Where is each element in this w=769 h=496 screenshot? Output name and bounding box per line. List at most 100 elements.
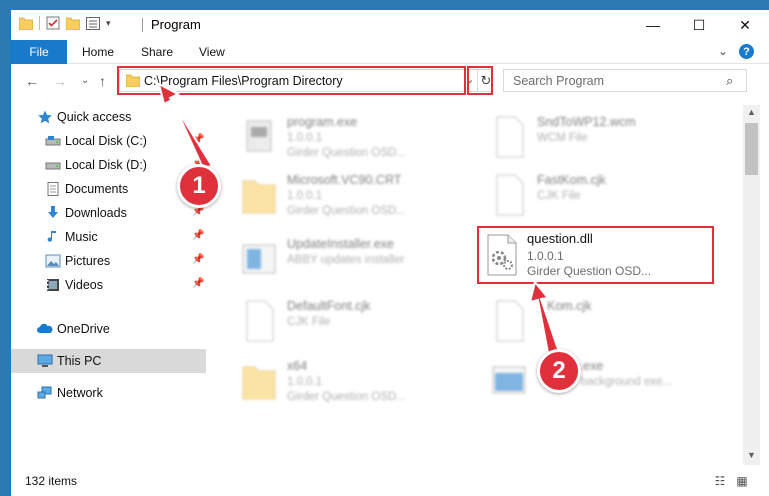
sidebar-item-network[interactable]: Network (11, 381, 206, 405)
folder-icon (242, 180, 276, 214)
list-item[interactable]: Kom.cjk (491, 295, 731, 347)
sidebar-item-music[interactable]: Music 📌 (11, 225, 206, 249)
file-version: 1.0.0.1 (287, 376, 323, 388)
refresh-highlight-box (467, 66, 493, 95)
file-name: question.dll (527, 231, 593, 246)
dll-gear-icon (487, 234, 517, 276)
sidebar-item-label: This PC (57, 354, 102, 368)
scroll-thumb[interactable] (745, 123, 758, 175)
view-options-icon[interactable] (86, 16, 100, 30)
list-item[interactable]: FastKom.cjk CJK File (491, 169, 731, 221)
sidebar-item-label: Music (65, 230, 98, 244)
sidebar-item-label: Local Disk (C:) (65, 134, 147, 148)
properties-icon[interactable] (46, 16, 60, 30)
pin-icon: 📌 (192, 134, 205, 145)
up-button[interactable]: ↑ (99, 73, 106, 89)
sidebar-item-label: Pictures (65, 254, 111, 268)
status-bar: 132 items ☷ ▦ (11, 470, 769, 496)
exe-icon (246, 120, 272, 152)
sidebar-item-local-disk-c[interactable]: Local Disk (C:) 📌 (11, 129, 206, 153)
sidebar-item-label: Network (57, 386, 103, 400)
file-version: ABBY updates installer (287, 254, 405, 266)
list-item-question-dll[interactable]: question.dll 1.0.0.1 Girder Question OSD… (477, 226, 714, 284)
minimize-button[interactable]: — (630, 10, 676, 40)
sidebar-item-onedrive[interactable]: OneDrive (11, 317, 206, 341)
step-1-badge: 1 (177, 164, 221, 208)
file-list: program.exe 1.0.0.1 Girder Question OSD.… (207, 105, 743, 470)
sidebar-item-videos[interactable]: Videos 📌 (11, 273, 206, 297)
file-name: SndToWP12.wcm (537, 115, 636, 129)
address-highlight-box (117, 66, 466, 95)
sidebar-item-label: Local Disk (D:) (65, 158, 147, 172)
tab-share[interactable]: Share (141, 45, 173, 59)
sidebar-item-local-disk-d[interactable]: Local Disk (D:) 📌 (11, 153, 206, 177)
maximize-button[interactable]: ☐ (676, 10, 722, 40)
sidebar-item-label: Documents (65, 182, 129, 196)
list-item[interactable]: DefaultFont.cjk CJK File (241, 295, 481, 347)
new-folder-icon[interactable] (66, 17, 80, 30)
forward-button[interactable]: → (53, 73, 67, 89)
list-item[interactable]: SndToWP12.wcm WCM File (491, 111, 731, 163)
large-icons-view-icon[interactable]: ▦ (733, 473, 751, 489)
file-description: Girder Question OSD... (287, 205, 406, 217)
file-name: UpdateInstaller.exe (287, 237, 395, 251)
file-version: 1.0.0.1 (287, 190, 323, 202)
sidebar-item-quick-access[interactable]: Quick access (11, 105, 206, 129)
file-description: Girder Question OSD... (287, 147, 406, 159)
blank-file-icon (246, 300, 274, 342)
network-icon (37, 386, 52, 399)
file-version: CJK File (537, 190, 581, 202)
toolbar-separator (39, 16, 40, 30)
close-button[interactable]: ✕ (722, 10, 768, 40)
file-version: 1.0.0.1 (527, 249, 564, 263)
list-item[interactable]: UpdateInstaller.exe ABBY updates install… (241, 233, 481, 285)
folder-small-icon[interactable] (19, 17, 33, 30)
recent-locations-button[interactable]: ⌄ (81, 75, 89, 86)
blank-file-icon (496, 116, 524, 158)
back-button[interactable]: ← (25, 73, 39, 89)
customize-toolbar-chevron-icon[interactable]: ▾ (106, 18, 111, 29)
list-item[interactable]: x64 1.0.0.1 Girder Question OSD... (241, 355, 481, 407)
documents-icon (47, 182, 59, 196)
sidebar-item-pictures[interactable]: Pictures 📌 (11, 249, 206, 273)
sidebar-item-downloads[interactable]: Downloads 📌 (11, 201, 206, 225)
pin-icon: 📌 (192, 278, 205, 289)
file-version: CJK File (287, 316, 331, 328)
scroll-up-icon[interactable]: ▲ (747, 107, 756, 117)
file-name: program.exe (287, 115, 358, 129)
star-icon (38, 110, 52, 124)
blank-file-icon (496, 174, 524, 216)
item-count: 132 items (25, 474, 78, 488)
app-window-icon (492, 366, 526, 394)
ribbon: File Home Share View ⌄ ? (11, 40, 769, 64)
navigation-pane: Quick access Local Disk (C:) 📌 Local Dis… (11, 105, 206, 470)
vertical-scrollbar[interactable]: ▲ ▼ (743, 105, 760, 465)
file-name: Kom.cjk (547, 299, 592, 313)
sidebar-item-label: Downloads (65, 206, 127, 220)
scroll-down-icon[interactable]: ▼ (747, 450, 756, 460)
quick-access-toolbar: ▾ (19, 16, 111, 30)
tab-view[interactable]: View (199, 45, 225, 59)
list-item[interactable]: Bgrec.exe ABBY background exe... (491, 355, 731, 407)
list-item[interactable]: Microsoft.VC90.CRT 1.0.0.1 Girder Questi… (241, 169, 481, 221)
search-box[interactable]: Search Program ⌕ (503, 69, 747, 92)
search-input[interactable]: Search Program (513, 74, 604, 88)
file-name: FastKom.cjk (537, 173, 606, 187)
details-view-icon[interactable]: ☷ (711, 473, 729, 489)
file-version: WCM File (537, 132, 588, 144)
file-name: DefaultFont.cjk (287, 299, 371, 313)
tab-home[interactable]: Home (82, 45, 114, 59)
window-title: Program (151, 17, 201, 32)
sidebar-item-label: OneDrive (57, 322, 110, 336)
sidebar-item-label: Quick access (57, 110, 132, 124)
search-icon[interactable]: ⌕ (726, 73, 733, 89)
expand-ribbon-chevron-icon[interactable]: ⌄ (718, 44, 728, 58)
file-tab[interactable]: File (11, 40, 67, 64)
installer-icon (242, 244, 276, 274)
list-item[interactable]: program.exe 1.0.0.1 Girder Question OSD.… (241, 111, 481, 163)
sidebar-item-this-pc[interactable]: This PC (11, 349, 206, 373)
pin-icon: 📌 (192, 230, 205, 241)
help-icon[interactable]: ? (739, 44, 754, 59)
drive-icon (45, 136, 61, 146)
downloads-icon (48, 206, 58, 218)
